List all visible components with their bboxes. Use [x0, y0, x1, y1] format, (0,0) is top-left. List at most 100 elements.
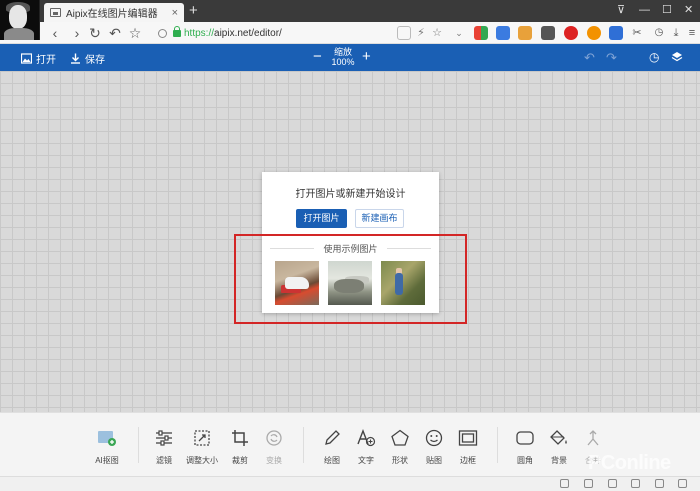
sticker-icon: [424, 429, 444, 447]
ai-cutout-icon: [97, 429, 117, 447]
tool-frame[interactable]: 边框: [450, 429, 486, 466]
transform-icon: [264, 429, 284, 447]
tool-rounded-corner[interactable]: 圆角: [507, 429, 543, 466]
layers-icon[interactable]: [671, 51, 683, 63]
frame-icon: [458, 429, 478, 447]
redo-icon[interactable]: ↷: [606, 50, 617, 66]
tool-sticker[interactable]: 贴图: [416, 429, 452, 466]
tab-close-button[interactable]: ×: [172, 7, 178, 19]
forward-icon[interactable]: ›: [68, 24, 86, 42]
url-path: aipix.net/editor/: [214, 27, 282, 39]
save-button[interactable]: 保存: [70, 51, 105, 66]
status-icon-5[interactable]: [655, 479, 664, 488]
tool-shape[interactable]: 形状: [382, 429, 418, 466]
status-icon-1[interactable]: [560, 479, 569, 488]
reload-icon[interactable]: ↻: [86, 24, 104, 42]
extension-4-icon[interactable]: [587, 26, 601, 40]
filter-sliders-icon: [154, 429, 174, 447]
zoom-out-button[interactable]: −: [313, 49, 322, 65]
status-icon-2[interactable]: [584, 479, 593, 488]
title-bar: Aipix在线图片编辑器 × + ⊽ — ☐ ✕: [0, 0, 700, 22]
extension-5-icon[interactable]: [609, 26, 623, 40]
lightning-icon[interactable]: ⚡: [414, 26, 428, 40]
zoom-in-button[interactable]: +: [362, 49, 371, 65]
navigation-bar: ‹ › ↻ ↶ ☆ https://aipix.net/editor/ ⚡ ☆ …: [0, 22, 700, 44]
tool-label: 文字: [358, 456, 374, 465]
new-canvas-button[interactable]: 新建画布: [355, 209, 404, 228]
tool-background[interactable]: 背景: [541, 429, 577, 466]
extension-1-icon[interactable]: [496, 26, 510, 40]
apps-grid-icon[interactable]: [474, 26, 488, 40]
tool-separator: [497, 427, 498, 463]
menu-icon[interactable]: ≡: [685, 26, 699, 40]
new-tab-button[interactable]: +: [189, 2, 198, 20]
address-bar[interactable]: https://aipix.net/editor/: [158, 25, 373, 41]
tab-menu-icon[interactable]: ⊽: [617, 2, 625, 18]
tool-filter[interactable]: 滤镜: [146, 429, 182, 466]
url-scheme: https://: [184, 27, 215, 39]
highlight-annotation-box: [234, 234, 467, 324]
zoom-label: 缩放: [333, 47, 352, 57]
tool-draw[interactable]: 绘图: [314, 429, 350, 466]
undo-icon[interactable]: ↶: [584, 50, 595, 66]
tool-resize[interactable]: 调整大小: [184, 429, 220, 466]
dropdown-chevron-icon[interactable]: ⌄: [452, 26, 466, 40]
zoom-value: 100%: [331, 57, 355, 67]
download-icon[interactable]: ⤓: [669, 26, 683, 40]
extension-3-icon[interactable]: [541, 26, 555, 40]
tab-title: Aipix在线图片编辑器: [66, 9, 158, 20]
tool-label: 圆角: [517, 456, 533, 465]
tab-favicon-icon: [50, 8, 61, 17]
merge-icon: [583, 429, 603, 447]
user-avatar[interactable]: [0, 0, 40, 40]
save-label: 保存: [85, 55, 105, 66]
crop-icon: [230, 429, 250, 447]
pencil-icon: [322, 429, 342, 447]
tool-label: 变换: [266, 456, 282, 465]
tool-label: 背景: [551, 456, 567, 465]
resize-icon: [192, 429, 212, 447]
tool-label: 边框: [460, 456, 476, 465]
tool-text[interactable]: 文字: [348, 429, 384, 466]
undo-close-icon[interactable]: ↶: [106, 24, 124, 42]
extension-2-icon[interactable]: [518, 26, 532, 40]
status-icon-3[interactable]: [608, 479, 617, 488]
image-open-icon: [21, 53, 32, 64]
tool-ai-cutout[interactable]: AI抠图: [89, 429, 125, 466]
editor-top-toolbar: 打开 保存 − 缩放 100% + ↶ ↷ ◷: [0, 44, 700, 71]
tool-label: 裁剪: [232, 456, 248, 465]
tool-label: 贴图: [426, 456, 442, 465]
site-info-icon[interactable]: [158, 28, 167, 38]
history-icon[interactable]: ◷: [652, 26, 666, 40]
maximize-button[interactable]: ☐: [662, 2, 672, 18]
bookmark-star-icon[interactable]: ☆: [126, 24, 144, 42]
start-heading: 打开图片或新建开始设计: [295, 189, 406, 200]
tool-label: 绘图: [324, 456, 340, 465]
download-save-icon: [70, 53, 81, 64]
open-button[interactable]: 打开: [21, 51, 56, 66]
minimize-button[interactable]: —: [639, 2, 650, 18]
qr-code-icon[interactable]: [397, 26, 411, 40]
close-window-button[interactable]: ✕: [684, 2, 693, 18]
tool-label: AI抠图: [95, 456, 119, 465]
back-icon[interactable]: ‹: [46, 24, 64, 42]
watermark: PConline: [588, 452, 671, 474]
status-icon-6[interactable]: [678, 479, 687, 488]
tool-label: 滤镜: [156, 456, 172, 465]
rounded-corner-icon: [515, 429, 535, 447]
status-bar: [0, 476, 700, 491]
history-clock-icon[interactable]: ◷: [649, 50, 659, 64]
browser-tab[interactable]: Aipix在线图片编辑器 ×: [44, 3, 184, 22]
tool-separator: [138, 427, 139, 463]
zoom-indicator: 缩放 100%: [329, 47, 357, 67]
tool-crop[interactable]: 裁剪: [222, 429, 258, 466]
tool-transform[interactable]: 变换: [256, 429, 292, 466]
secure-lock-icon: [173, 25, 181, 37]
open-image-button[interactable]: 打开图片: [296, 209, 347, 228]
tool-label: 调整大小: [186, 456, 218, 465]
adblock-icon[interactable]: [564, 26, 578, 40]
scissors-icon[interactable]: ✂: [630, 26, 644, 40]
volume-icon[interactable]: [631, 479, 640, 488]
favorite-star-icon[interactable]: ☆: [430, 26, 444, 40]
tool-separator: [303, 427, 304, 463]
